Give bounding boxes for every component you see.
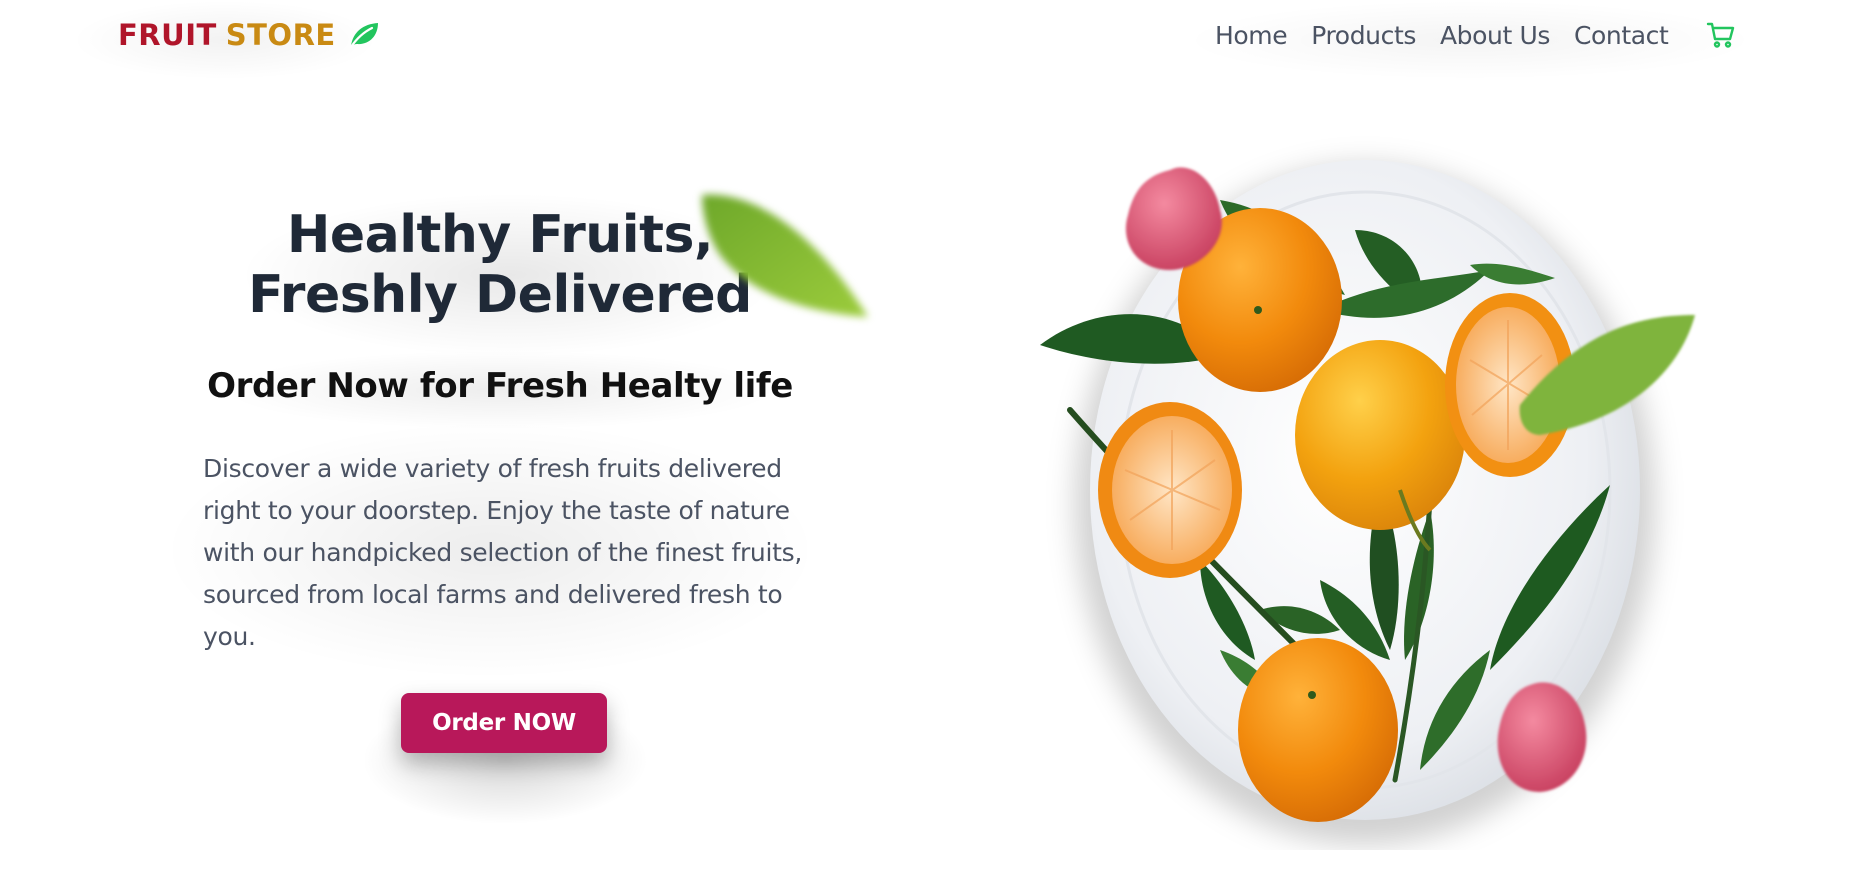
fruit-plate-image [1020, 130, 1720, 850]
navbar: FRUIT STORE Home Products About Us Conta… [0, 0, 1853, 80]
cart-icon[interactable] [1705, 19, 1737, 51]
hero-subtitle: Order Now for Fresh Healty life [207, 366, 793, 406]
nav-contact[interactable]: Contact [1574, 21, 1669, 50]
nav-products[interactable]: Products [1311, 21, 1416, 50]
blurred-leaf-decoration [690, 185, 880, 325]
hero-description: Discover a wide variety of fresh fruits … [203, 454, 802, 651]
nav-home[interactable]: Home [1215, 21, 1288, 50]
site-logo[interactable]: FRUIT STORE [118, 18, 381, 52]
logo-word-fruit: FRUIT [118, 18, 217, 52]
main-nav: Home Products About Us Contact [1215, 15, 1692, 55]
hero-title-line2: Freshly Delivered [248, 265, 752, 325]
order-now-button[interactable]: Order NOW [401, 693, 607, 753]
logo-word-store: STORE [225, 18, 336, 52]
nav-about-us[interactable]: About Us [1440, 21, 1550, 50]
leaf-icon [347, 20, 381, 50]
hero-title-line1: Healthy Fruits, [286, 205, 714, 265]
